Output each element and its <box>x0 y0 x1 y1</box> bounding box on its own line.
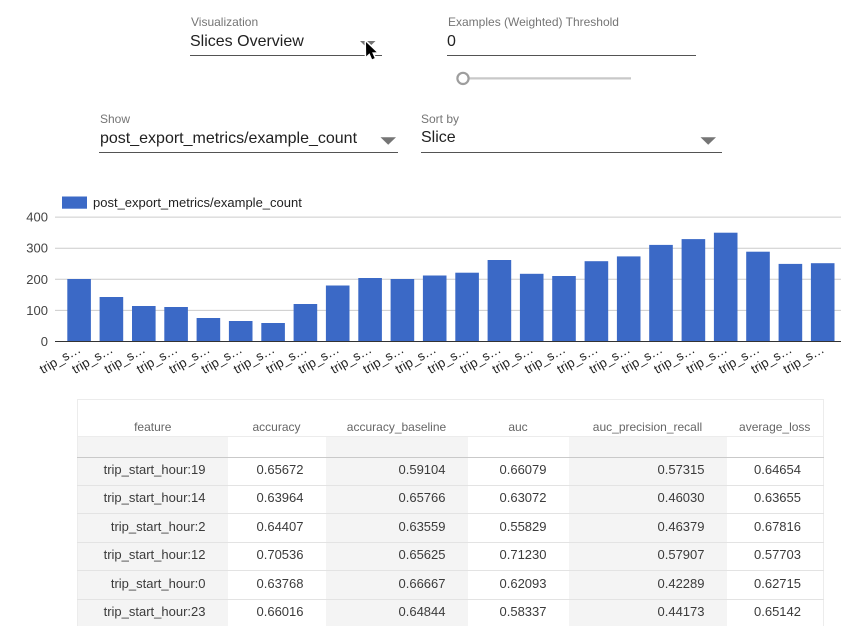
svg-text:post_export_metrics/example_co: post_export_metrics/example_count <box>93 195 302 210</box>
svg-text:200: 200 <box>26 272 48 287</box>
svg-text:300: 300 <box>26 241 48 256</box>
svg-text:100: 100 <box>26 303 48 318</box>
svg-text:400: 400 <box>26 210 48 225</box>
svg-text:0: 0 <box>41 334 48 349</box>
